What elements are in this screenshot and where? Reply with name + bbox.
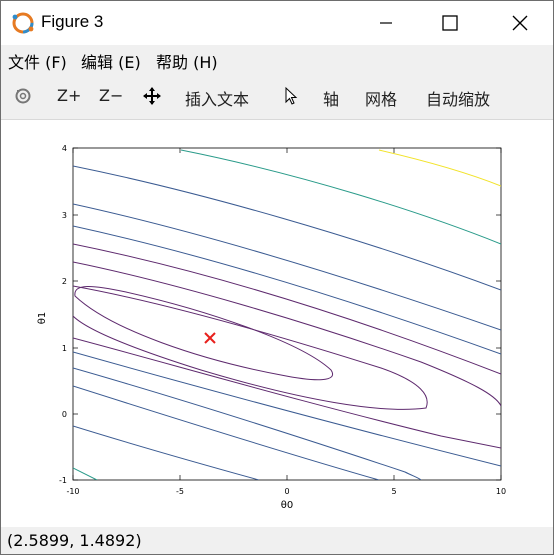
insert-text-button[interactable]: 插入文本 xyxy=(185,86,249,110)
close-icon xyxy=(512,15,528,31)
xtick-label: 0 xyxy=(284,487,289,496)
close-button[interactable] xyxy=(497,1,543,45)
y-axis-label: θ1 xyxy=(37,312,48,324)
octave-app-icon xyxy=(12,12,34,34)
ytick-label: 4 xyxy=(62,144,67,153)
menu-edit[interactable]: 编辑 (E) xyxy=(81,49,141,73)
xtick-label: 10 xyxy=(496,487,506,496)
menu-help[interactable]: 帮助 (H) xyxy=(156,49,218,73)
ytick-label: 0 xyxy=(62,410,67,419)
ytick-label: 3 xyxy=(62,211,67,220)
pan-icon[interactable] xyxy=(142,86,162,106)
ytick-label: 2 xyxy=(62,277,67,286)
rotate-icon[interactable] xyxy=(13,86,33,106)
window-title: Figure 3 xyxy=(41,12,104,31)
figure-window: Figure 3 文件 (F) 编辑 (E) 帮助 (H) Z+ Z− 插入文本 xyxy=(0,0,554,555)
xtick-label: -10 xyxy=(66,487,79,496)
axes-button[interactable]: 轴 xyxy=(323,86,339,110)
menu-bar: 文件 (F) 编辑 (E) 帮助 (H) xyxy=(1,45,553,73)
zoom-out-button[interactable]: Z− xyxy=(99,86,123,105)
xtick-label: -5 xyxy=(176,487,184,496)
grid-button[interactable]: 网格 xyxy=(365,86,397,110)
plot-canvas[interactable]: -10 -5 0 5 10 -1 0 1 2 3 4 θ0 θ1 xyxy=(1,120,553,527)
cursor-coordinates: (2.5899, 1.4892) xyxy=(7,531,142,550)
ytick-label: 1 xyxy=(62,344,67,353)
zoom-in-button[interactable]: Z+ xyxy=(57,86,81,105)
autoscale-button[interactable]: 自动缩放 xyxy=(426,86,490,110)
axes-box xyxy=(72,147,502,481)
xtick-label: 5 xyxy=(391,487,396,496)
status-bar: (2.5899, 1.4892) xyxy=(1,527,553,554)
contour-plot: -10 -5 0 5 10 -1 0 1 2 3 4 θ0 θ1 xyxy=(37,144,506,511)
maximize-icon xyxy=(442,15,458,31)
x-axis-label: θ0 xyxy=(281,500,293,511)
minimize-icon xyxy=(380,22,392,24)
pointer-icon[interactable] xyxy=(281,86,301,106)
maximize-button[interactable] xyxy=(427,1,473,45)
ytick-label: -1 xyxy=(59,476,67,485)
menu-file[interactable]: 文件 (F) xyxy=(8,49,67,73)
minimize-button[interactable] xyxy=(363,1,409,45)
toolbar: Z+ Z− 插入文本 轴 网格 自动缩放 xyxy=(1,73,553,120)
title-bar: Figure 3 xyxy=(1,1,553,45)
